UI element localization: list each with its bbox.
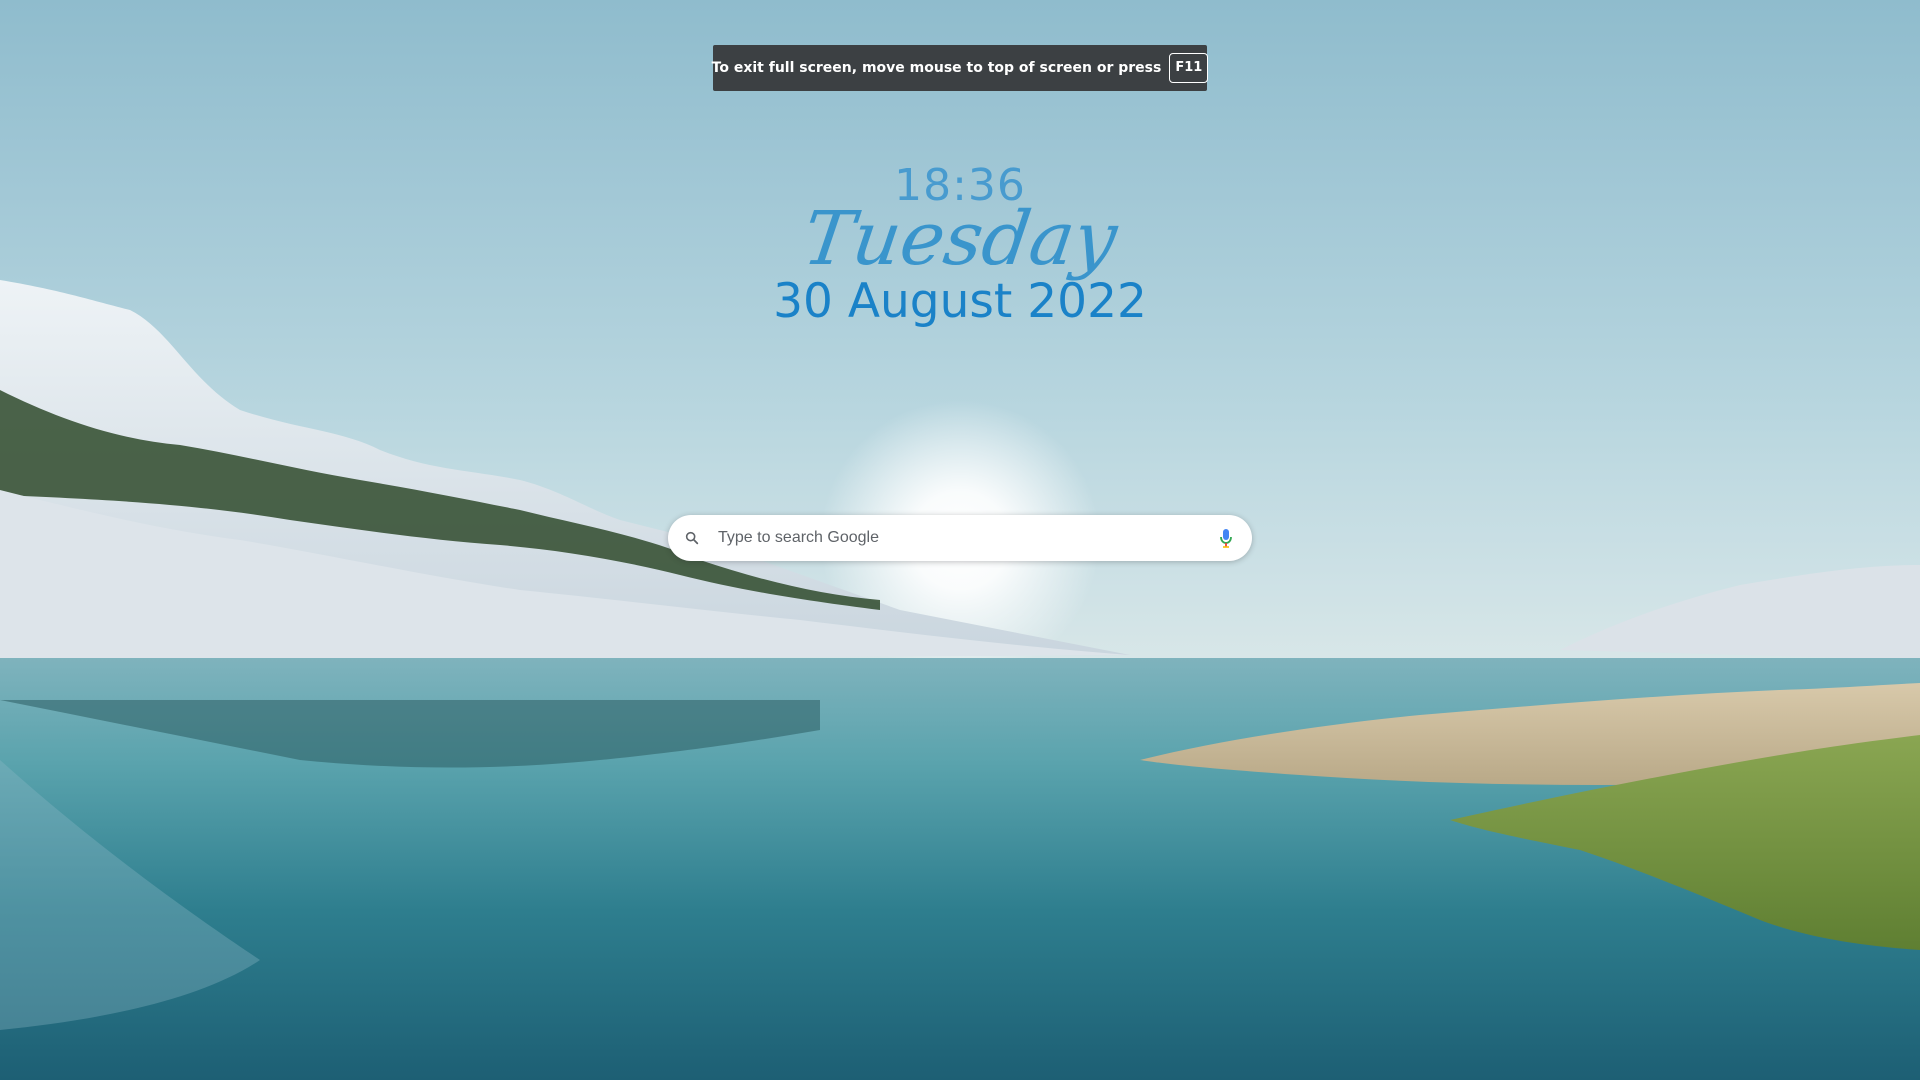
fullscreen-exit-notice: To exit full screen, move mouse to top o… — [711, 45, 1209, 91]
google-search-box[interactable] — [668, 515, 1252, 561]
new-tab-page: To exit full screen, move mouse to top o… — [0, 0, 1920, 1080]
microphone-icon[interactable] — [1216, 526, 1236, 550]
clock-date: 30 August 2022 — [773, 274, 1147, 329]
f11-key-hint: F11 — [1169, 53, 1209, 83]
search-icon — [684, 529, 702, 547]
clock-weekday: Tuesday — [797, 196, 1123, 282]
fullscreen-notice-text: To exit full screen, move mouse to top o… — [711, 60, 1162, 76]
search-input[interactable] — [716, 522, 1216, 554]
